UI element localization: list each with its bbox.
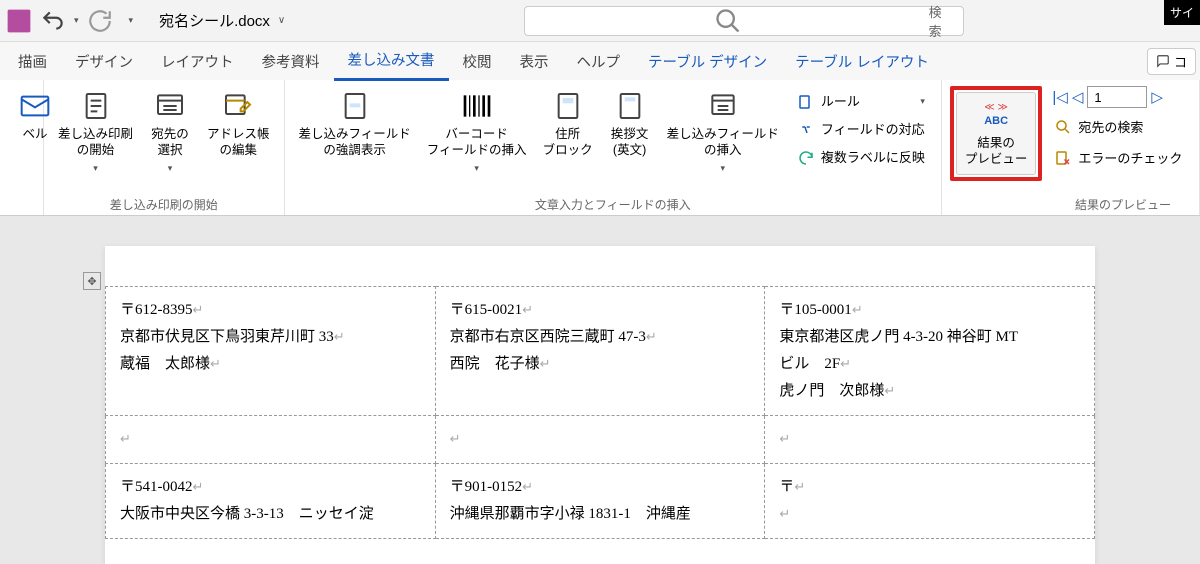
tab-view[interactable]: 表示 xyxy=(506,43,563,80)
tab-review[interactable]: 校閲 xyxy=(449,43,506,80)
chevron-down-icon: ▾ xyxy=(93,163,98,175)
rules-button[interactable]: ルール ▾ xyxy=(795,90,927,114)
comments-button[interactable]: コ xyxy=(1147,48,1196,75)
insert-barcode-button[interactable]: バーコード フィールドの挿入 ▾ xyxy=(421,86,533,178)
quick-access-toolbar: ▾ ▾ xyxy=(6,8,133,34)
preview-highlight-box: ≪ ≫ ABC 結果の プレビュー xyxy=(950,86,1043,181)
tab-references[interactable]: 参考資料 xyxy=(248,43,334,80)
edit-list-icon xyxy=(222,90,254,122)
spacer-cell[interactable]: ↵ xyxy=(765,416,1095,464)
tab-draw[interactable]: 描画 xyxy=(4,43,61,80)
record-navigation: |◁ ◁ ▷ xyxy=(1052,86,1184,108)
spacer-cell[interactable]: ↵ xyxy=(435,416,765,464)
record-number-input[interactable] xyxy=(1087,86,1147,108)
label-cell[interactable]: 〒615-0021↵ 京都市右京区西院三蔵町 47-3↵ 西院 花子様↵ xyxy=(435,287,765,416)
ribbon: ベル 差し込み印刷 の開始 ▾ 宛先の 選択 ▾ アドレス帳 の編集 差し込み印… xyxy=(0,80,1200,216)
chevron-down-icon: ▾ xyxy=(168,163,173,175)
check-icon xyxy=(1054,149,1072,167)
table-move-handle-icon[interactable]: ✥ xyxy=(83,272,101,290)
group-create: ベル xyxy=(0,80,44,215)
barcode-icon xyxy=(461,90,493,122)
tab-mailmerge[interactable]: 差し込み文書 xyxy=(334,41,449,81)
label-cell[interactable]: 〒↵ ↵ xyxy=(765,464,1095,539)
find-icon xyxy=(1054,118,1072,136)
insert-merge-field-button[interactable]: 差し込みフィールド の挿入 ▾ xyxy=(661,86,785,178)
prev-record-button[interactable]: ◁ xyxy=(1072,88,1084,106)
check-errors-button[interactable]: エラーのチェック xyxy=(1052,145,1184,170)
label-cell[interactable]: 〒612-8395↵ 京都市伏見区下鳥羽東芹川町 33↵ 蔵福 太郎様↵ xyxy=(106,287,436,416)
document-title[interactable]: 宛名シール.docx ∨ xyxy=(159,10,285,31)
comment-icon xyxy=(1156,54,1170,68)
match-icon xyxy=(797,121,815,139)
app-icon[interactable] xyxy=(6,8,32,34)
table-row: 〒541-0042↵ 大阪市中央区今橋 3-3-13 ニッセイ淀 〒901-01… xyxy=(106,464,1095,539)
chevron-down-icon[interactable]: ▾ xyxy=(74,15,79,26)
group-preview-results: ≪ ≫ ABC 結果の プレビュー |◁ ◁ ▷ 宛先の検索 xyxy=(942,80,1200,215)
first-record-button[interactable]: |◁ xyxy=(1052,88,1067,106)
address-block-button[interactable]: 住所 ブロック xyxy=(537,86,599,163)
label-cell[interactable]: 〒901-0152↵ 沖縄県那覇市字小禄 1831-1 沖縄産 xyxy=(435,464,765,539)
match-fields-button[interactable]: フィールドの対応 xyxy=(795,118,927,142)
greeting-icon xyxy=(614,90,646,122)
rules-icon xyxy=(797,93,815,111)
preview-icon: ≪ ≫ ABC xyxy=(980,99,1012,131)
page: ✥ 〒612-8395↵ 京都市伏見区下鳥羽東芹川町 33↵ 蔵福 太郎様↵ 〒… xyxy=(105,246,1095,564)
titlebar: ▾ ▾ 宛名シール.docx ∨ 検索 サイ xyxy=(0,0,1200,42)
find-recipient-button[interactable]: 宛先の検索 xyxy=(1052,114,1184,139)
tab-design[interactable]: デザイン xyxy=(61,43,147,80)
ribbon-tabs: 描画 デザイン レイアウト 参考資料 差し込み文書 校閲 表示 ヘルプ テーブル… xyxy=(0,42,1200,80)
field-tools: ルール ▾ フィールドの対応 複数ラベルに反映 xyxy=(789,86,933,174)
group-label: 文章入力とフィールドの挿入 xyxy=(293,194,933,213)
table-row: 〒612-8395↵ 京都市伏見区下鳥羽東芹川町 33↵ 蔵福 太郎様↵ 〒61… xyxy=(106,287,1095,416)
start-mailmerge-button[interactable]: 差し込み印刷 の開始 ▾ xyxy=(52,86,139,178)
update-labels-button[interactable]: 複数ラベルに反映 xyxy=(795,146,927,170)
document-area[interactable]: ✥ 〒612-8395↵ 京都市伏見区下鳥羽東芹川町 33↵ 蔵福 太郎様↵ 〒… xyxy=(0,216,1200,564)
label-cell[interactable]: 〒105-0001↵ 東京都港区虎ノ門 4-3-20 神谷町 MT ビル 2F↵… xyxy=(765,287,1095,416)
group-write-insert-fields: 差し込みフィールド の強調表示 バーコード フィールドの挿入 ▾ 住所 ブロック… xyxy=(285,80,942,215)
label-table: 〒612-8395↵ 京都市伏見区下鳥羽東芹川町 33↵ 蔵福 太郎様↵ 〒61… xyxy=(105,286,1095,539)
label-cell[interactable]: 〒541-0042↵ 大阪市中央区今橋 3-3-13 ニッセイ淀 xyxy=(106,464,436,539)
insert-field-icon xyxy=(707,90,739,122)
greeting-line-button[interactable]: 挨拶文 (英文) xyxy=(603,86,657,163)
chevron-down-icon: ▾ xyxy=(920,96,925,108)
qat-customize-icon[interactable]: ▾ xyxy=(129,15,134,26)
chevron-down-icon: ▾ xyxy=(720,163,725,175)
group-start-mailmerge: 差し込み印刷 の開始 ▾ 宛先の 選択 ▾ アドレス帳 の編集 差し込み印刷の開… xyxy=(44,80,285,215)
table-row: ↵ ↵ ↵ xyxy=(106,416,1095,464)
chevron-down-icon: ∨ xyxy=(278,15,285,26)
preview-results-button[interactable]: ≪ ≫ ABC 結果の プレビュー xyxy=(956,92,1037,175)
search-input[interactable]: 検索 xyxy=(524,6,964,36)
tab-help[interactable]: ヘルプ xyxy=(563,43,635,80)
tab-layout[interactable]: レイアウト xyxy=(147,43,248,80)
update-icon xyxy=(797,149,815,167)
address-block-icon xyxy=(552,90,584,122)
select-recipients-button[interactable]: 宛先の 選択 ▾ xyxy=(143,86,197,178)
undo-button[interactable] xyxy=(40,8,66,34)
right-badge: サイ xyxy=(1164,0,1200,25)
search-icon xyxy=(535,7,921,35)
recipients-icon xyxy=(154,90,186,122)
chevron-down-icon: ▾ xyxy=(474,163,479,175)
highlight-icon xyxy=(339,90,371,122)
spacer-cell[interactable]: ↵ xyxy=(106,416,436,464)
highlight-merge-fields-button[interactable]: 差し込みフィールド の強調表示 xyxy=(293,86,417,163)
redo-button[interactable] xyxy=(87,8,113,34)
edit-recipient-list-button[interactable]: アドレス帳 の編集 xyxy=(201,86,276,163)
next-record-button[interactable]: ▷ xyxy=(1151,88,1163,106)
document-icon xyxy=(80,90,112,122)
tab-tabledesign[interactable]: テーブル デザイン xyxy=(634,43,781,80)
group-label: 結果のプレビュー xyxy=(950,194,1191,213)
tab-tablelayout[interactable]: テーブル レイアウト xyxy=(781,43,943,80)
group-label: 差し込み印刷の開始 xyxy=(52,194,276,213)
